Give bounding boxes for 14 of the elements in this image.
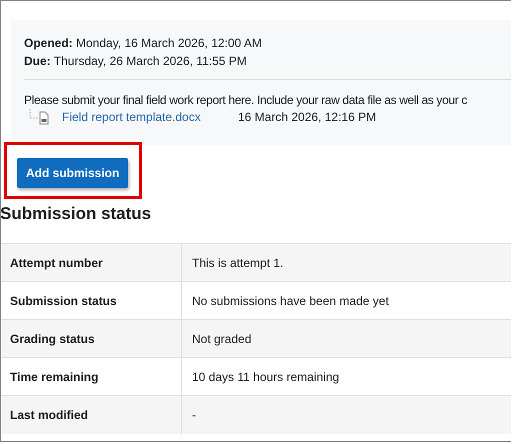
row-value: 10 days 11 hours remaining [182,358,511,396]
row-value: This is attempt 1. [182,244,511,282]
file-link[interactable]: Field report template.docx [62,110,238,124]
row-label: Last modified [1,396,182,434]
row-value: No submissions have been made yet [182,282,511,320]
row-value: Not graded [182,320,511,358]
row-label: Grading status [1,320,182,358]
row-value: - [182,396,511,434]
file-date: 16 March 2026, 12:16 PM [238,110,376,124]
date-line: Due: Thursday, 26 March 2026, 11:55 PM [24,53,248,70]
description-text: Please submit your final field work report here. Include your raw data file as well as your c [24,92,468,108]
add-submission-button[interactable]: Add submission [17,158,128,188]
date-line: Opened: Monday, 16 March 2026, 12:00 AM [24,35,263,52]
row-label: Attempt number [1,244,182,282]
